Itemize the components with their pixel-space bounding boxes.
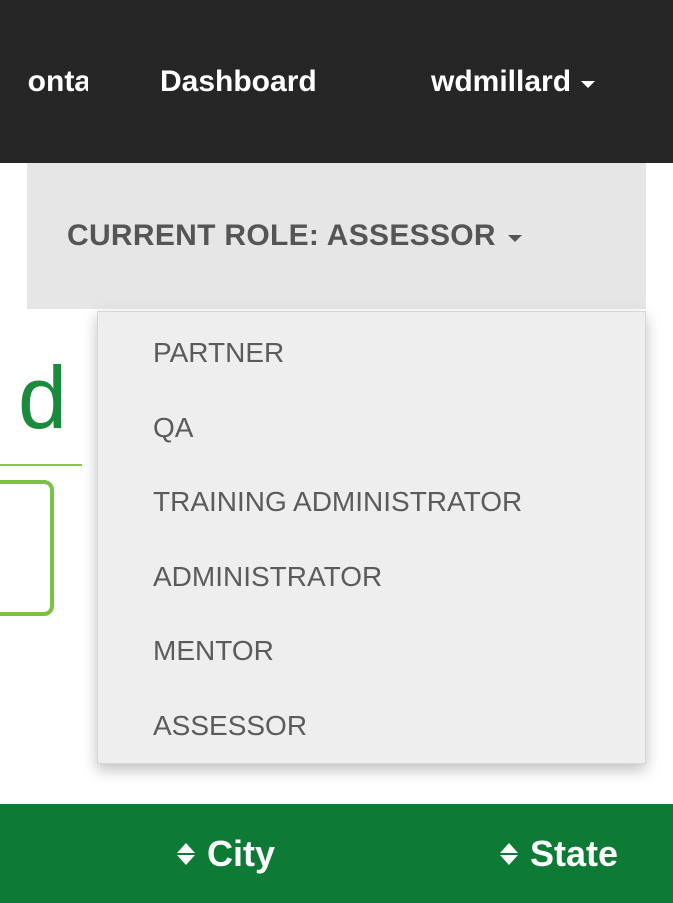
sort-icon: [500, 843, 518, 865]
role-option-partner[interactable]: PARTNER: [98, 330, 645, 405]
column-header-city-label: City: [207, 833, 276, 874]
column-header-state[interactable]: State: [500, 832, 618, 876]
role-option-training-administrator[interactable]: TRAINING ADMINISTRATOR: [98, 479, 645, 554]
current-role-dropdown-toggle[interactable]: CURRENT ROLE: ASSESSOR: [27, 163, 646, 309]
role-option-qa[interactable]: QA: [98, 405, 645, 480]
table-header-row: City State: [0, 804, 673, 903]
role-option-administrator[interactable]: ADMINISTRATOR: [98, 554, 645, 629]
role-dropdown-menu: PARTNER QA TRAINING ADMINISTRATOR ADMINI…: [97, 311, 646, 764]
nav-contact-us-link[interactable]: Contact Us: [28, 62, 88, 102]
user-name: wdmillard: [431, 65, 572, 98]
nav-contact-us-label: Contact Us: [28, 65, 88, 98]
current-role-label: CURRENT ROLE: ASSESSOR: [67, 219, 496, 252]
caret-down-icon: [581, 80, 596, 88]
nav-dashboard-link[interactable]: Dashboard: [160, 62, 317, 102]
sort-icon: [177, 843, 195, 865]
green-outlined-button[interactable]: [0, 480, 54, 616]
page-title: d: [18, 348, 67, 447]
role-option-assessor[interactable]: ASSESSOR: [98, 703, 645, 778]
role-bar: CURRENT ROLE: ASSESSOR: [0, 163, 673, 311]
role-option-mentor[interactable]: MENTOR: [98, 628, 645, 703]
column-header-state-label: State: [530, 833, 619, 874]
caret-down-icon: [507, 234, 522, 242]
column-header-city[interactable]: City: [177, 832, 275, 876]
user-menu-toggle[interactable]: wdmillard: [431, 62, 596, 102]
top-navbar: Contact Us Dashboard wdmillard: [0, 0, 673, 163]
heading-divider: [0, 464, 82, 466]
